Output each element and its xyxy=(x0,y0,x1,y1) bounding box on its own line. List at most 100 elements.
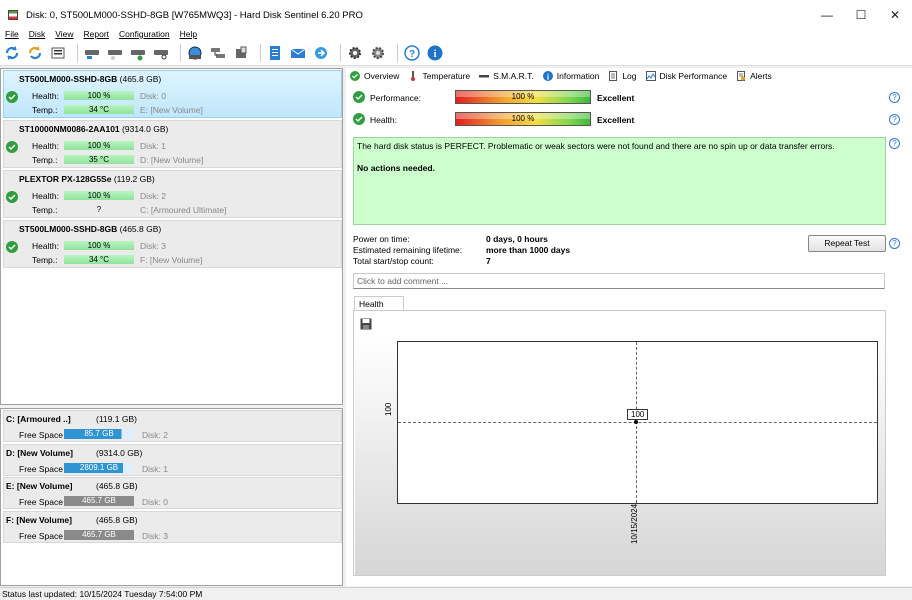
volume-size: (9314.0 GB) xyxy=(96,448,143,458)
tab-health-chart[interactable]: Health (%) xyxy=(354,296,404,319)
free-space-bar: 465.7 GB xyxy=(64,496,134,506)
disk-report-icon[interactable] xyxy=(232,44,250,62)
volume-size: (465.8 GB) xyxy=(96,481,138,491)
report-icon[interactable] xyxy=(266,44,284,62)
power-on-value: 0 days, 0 hours xyxy=(486,234,548,244)
disk-number: Disk: 0 xyxy=(140,91,166,101)
disk-test-icon[interactable] xyxy=(106,44,124,62)
temp-bar: ? xyxy=(96,205,102,214)
free-space-bar: 465.7 GB xyxy=(64,530,134,540)
title-bar: Disk: 0, ST500LM000-SSHD-8GB [W765MWQ3] … xyxy=(0,0,912,30)
disk-info-icon[interactable] xyxy=(83,44,101,62)
save-icon[interactable] xyxy=(360,318,372,330)
startstop-value: 7 xyxy=(486,256,491,266)
globe-icon[interactable] xyxy=(186,44,204,62)
thermometer-icon xyxy=(408,71,418,81)
disk-number: Disk: 1 xyxy=(140,141,166,151)
health-chart-panel: 100 100 10/15/2024 xyxy=(353,310,886,576)
refresh-all-icon[interactable] xyxy=(26,44,44,62)
maximize-button[interactable]: ☐ xyxy=(844,0,878,30)
close-button[interactable]: ✕ xyxy=(878,0,912,30)
send-report-icon[interactable] xyxy=(312,44,330,62)
volume-name: C: [Armoured ..] xyxy=(6,414,71,424)
settings-icon[interactable] xyxy=(346,44,364,62)
mail-icon[interactable] xyxy=(289,44,307,62)
health-bar: 100 % xyxy=(64,241,134,250)
volume-item[interactable]: D: [New Volume] (9314.0 GB) Free Space 2… xyxy=(3,444,342,476)
window-controls: — ☐ ✕ xyxy=(810,0,912,30)
power-on-label: Power on time: xyxy=(353,234,410,244)
health-value: 100 % xyxy=(511,114,535,123)
tab-label: Log xyxy=(622,71,637,81)
health-bar: 100 % xyxy=(64,91,134,100)
disk-search-icon[interactable] xyxy=(152,44,170,62)
help-icon[interactable]: ? xyxy=(889,238,900,249)
tab-alerts[interactable]: Alerts xyxy=(736,71,772,81)
disk-item[interactable]: ST500LM000-SSHD-8GB (465.8 GB) Health: 1… xyxy=(3,70,342,118)
volume-name: D: [New Volume] xyxy=(6,448,73,458)
menu-view[interactable]: View xyxy=(50,29,78,39)
volume-item[interactable]: C: [Armoured ..] (119.1 GB) Free Space 8… xyxy=(3,410,342,442)
disk-item[interactable]: ST10000NM0086-2AA101 (9314.0 GB) Health:… xyxy=(3,120,342,168)
help-icon[interactable]: ? xyxy=(889,92,900,103)
disk-volume: F: [New Volume] xyxy=(140,255,203,265)
tab-disk-performance[interactable]: Disk Performance xyxy=(645,71,727,81)
free-space-label: Free Space xyxy=(19,497,63,507)
volume-item[interactable]: F: [New Volume] (465.8 GB) Free Space 46… xyxy=(3,511,342,543)
volume-item[interactable]: E: [New Volume] (465.8 GB) Free Space 46… xyxy=(3,477,342,509)
help-icon[interactable]: ? xyxy=(403,44,421,62)
window-title: Disk: 0, ST500LM000-SSHD-8GB [W765MWQ3] … xyxy=(26,9,363,21)
tab-information[interactable]: i Information xyxy=(542,71,599,81)
minimize-button[interactable]: — xyxy=(810,0,844,30)
disk-check-icon[interactable] xyxy=(129,44,147,62)
disk-item[interactable]: ST500LM000-SSHD-8GB (465.8 GB) Health: 1… xyxy=(3,220,342,268)
free-space-label: Free Space xyxy=(19,430,63,440)
tab-temperature[interactable]: Temperature xyxy=(408,71,470,81)
disk-item[interactable]: PLEXTOR PX-128G5Se (119.2 GB) Health: 10… xyxy=(3,170,342,218)
app-icon xyxy=(8,10,18,20)
toolbar-separator xyxy=(260,43,261,62)
toolbar-separator xyxy=(397,43,398,62)
disk-list: ST500LM000-SSHD-8GB (465.8 GB) Health: 1… xyxy=(0,68,343,405)
disk-list-icon[interactable] xyxy=(49,44,67,62)
disk-number: Disk: 2 xyxy=(140,191,166,201)
performance-check-icon xyxy=(353,91,365,103)
disk-volume: E: [New Volume] xyxy=(140,105,203,115)
repeat-test-button[interactable]: Repeat Test xyxy=(808,235,886,252)
tab-smart[interactable]: S.M.A.R.T. xyxy=(479,71,534,81)
info-icon[interactable]: i xyxy=(426,44,444,62)
menu-configuration[interactable]: Configuration xyxy=(114,29,175,39)
free-space-label: Free Space xyxy=(19,531,63,541)
menu-help[interactable]: Help xyxy=(175,29,202,39)
check-circle-icon xyxy=(350,71,360,81)
tab-overview[interactable]: Overview xyxy=(350,71,399,81)
tab-log[interactable]: Log xyxy=(608,71,637,81)
menu-disk[interactable]: Disk xyxy=(24,29,51,39)
check-icon xyxy=(6,141,18,153)
health-label: Health: xyxy=(32,91,59,101)
free-space-bar: 85.7 GB xyxy=(64,429,134,439)
toolbar: ? i xyxy=(0,40,912,66)
menu-report[interactable]: Report xyxy=(79,29,115,39)
svg-text:i: i xyxy=(434,49,437,60)
tab-bar: Overview Temperature S.M.A.R.T. i Inform… xyxy=(346,68,912,84)
performance-rating: Excellent xyxy=(597,93,635,103)
volume-size: (119.1 GB) xyxy=(96,414,137,424)
help-icon[interactable]: ? xyxy=(889,138,900,149)
toolbar-separator xyxy=(340,43,341,62)
volume-name: F: [New Volume] xyxy=(6,515,72,525)
volume-disk: Disk: 3 xyxy=(142,531,168,541)
disk-name: ST500LM000-SSHD-8GB (465.8 GB) xyxy=(19,224,162,234)
volume-disk: Disk: 1 xyxy=(142,464,168,474)
comment-input[interactable]: Click to add comment ... xyxy=(353,273,885,289)
refresh-icon[interactable] xyxy=(3,44,21,62)
tab-label: S.M.A.R.T. xyxy=(493,71,534,81)
gear-icon[interactable] xyxy=(369,44,387,62)
info-icon: i xyxy=(542,71,553,81)
disk-volume: C: [Armoured Ultimate] xyxy=(140,205,227,215)
health-label: Health: xyxy=(32,141,59,151)
help-icon[interactable]: ? xyxy=(889,114,900,125)
menu-file[interactable]: File xyxy=(0,29,24,39)
network-disk-icon[interactable] xyxy=(209,44,227,62)
volume-disk: Disk: 2 xyxy=(142,430,168,440)
